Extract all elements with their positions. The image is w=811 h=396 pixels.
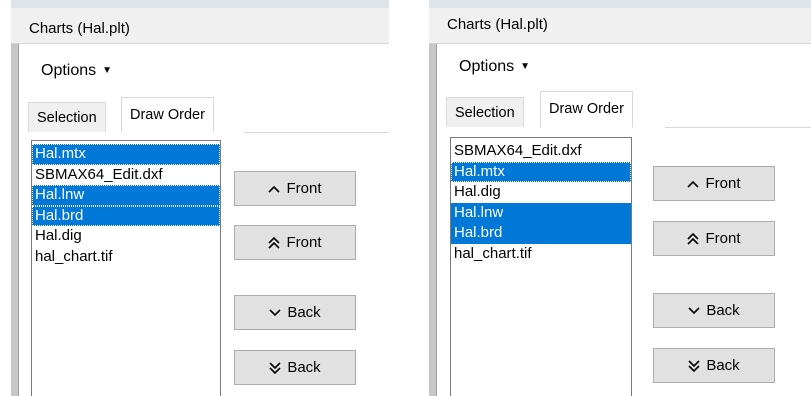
list-item[interactable]: Hal.brd	[32, 205, 220, 226]
list-item[interactable]: SBMAX64_Edit.dxf	[451, 141, 631, 162]
tab-strip-divider	[665, 127, 811, 128]
options-label: Options	[459, 58, 515, 75]
panel-title: Charts (Hal.plt)	[447, 16, 548, 33]
move-backward-button[interactable]: Back	[653, 293, 775, 328]
move-forward-button[interactable]: Front	[653, 166, 775, 201]
caret-down-icon: ▼	[102, 65, 113, 76]
list-item[interactable]: Hal.mtx	[451, 161, 631, 182]
move-backward-label: Back	[287, 304, 321, 321]
tab-draw-order[interactable]: Draw Order	[540, 91, 633, 128]
window-edge	[11, 0, 19, 396]
options-label: Options	[41, 62, 97, 79]
list-item[interactable]: hal_chart.tif	[451, 244, 631, 265]
move-forward-button[interactable]: Front	[234, 171, 356, 206]
chevron-down-icon	[269, 308, 281, 317]
options-menu[interactable]: Options ▼	[41, 62, 112, 80]
tab-selection[interactable]: Selection	[446, 97, 524, 127]
bring-to-front-button[interactable]: Front	[234, 225, 356, 260]
move-backward-button[interactable]: Back	[234, 295, 356, 330]
titlebar-strip	[11, 0, 389, 8]
list-item[interactable]: hal_chart.tif	[32, 247, 220, 268]
titlebar-strip	[429, 0, 811, 8]
panel-titlebar: Charts (Hal.plt)	[429, 0, 811, 44]
draw-order-list[interactable]: SBMAX64_Edit.dxf Hal.mtx Hal.dig Hal.lnw Hal…	[450, 137, 632, 396]
tab-draw-order-label: Draw Order	[549, 101, 624, 117]
chevron-down-icon	[688, 306, 700, 315]
send-to-back-button[interactable]: Back	[653, 348, 775, 383]
move-backward-label: Back	[706, 302, 740, 319]
send-to-back-button[interactable]: Back	[234, 350, 356, 385]
list-item[interactable]: Hal.dig	[451, 182, 631, 203]
move-forward-label: Front	[286, 180, 322, 197]
options-menu[interactable]: Options ▼	[459, 58, 530, 76]
list-item[interactable]: Hal.lnw	[451, 202, 631, 223]
panel-titlebar: Charts (Hal.plt)	[11, 0, 389, 44]
window-edge	[429, 0, 437, 396]
chevron-up-icon	[268, 185, 281, 193]
send-to-back-label: Back	[706, 357, 740, 374]
double-chevron-up-icon	[268, 236, 281, 249]
move-forward-label: Front	[705, 175, 741, 192]
list-item[interactable]: Hal.mtx	[32, 144, 220, 165]
double-chevron-down-icon	[688, 359, 700, 372]
tab-draw-order[interactable]: Draw Order	[121, 97, 214, 133]
bring-to-front-label: Front	[705, 230, 741, 247]
double-chevron-down-icon	[269, 361, 281, 374]
list-item[interactable]: Hal.lnw	[32, 185, 220, 206]
tab-selection[interactable]: Selection	[28, 102, 106, 132]
tab-selection-label: Selection	[37, 110, 97, 126]
caret-down-icon: ▼	[520, 61, 531, 72]
double-chevron-up-icon	[687, 232, 700, 245]
tab-strip-divider	[244, 132, 389, 133]
draw-order-list[interactable]: Hal.mtx SBMAX64_Edit.dxf Hal.lnw Hal.brd Hal…	[31, 140, 221, 396]
bring-to-front-button[interactable]: Front	[653, 221, 775, 256]
list-item[interactable]: Hal.brd	[451, 223, 631, 244]
tab-draw-order-label: Draw Order	[130, 107, 205, 123]
panel-title: Charts (Hal.plt)	[29, 20, 130, 37]
list-item[interactable]: Hal.dig	[32, 226, 220, 247]
tab-selection-label: Selection	[455, 105, 515, 121]
chevron-up-icon	[687, 180, 700, 188]
list-item[interactable]: SBMAX64_Edit.dxf	[32, 165, 220, 186]
bring-to-front-label: Front	[286, 234, 322, 251]
send-to-back-label: Back	[287, 359, 321, 376]
draw-order-panel-after: Charts (Hal.plt) Options ▼ Selection Draw…	[429, 0, 811, 396]
draw-order-panel-before: Charts (Hal.plt) Options ▼ Selection Draw…	[11, 0, 389, 396]
